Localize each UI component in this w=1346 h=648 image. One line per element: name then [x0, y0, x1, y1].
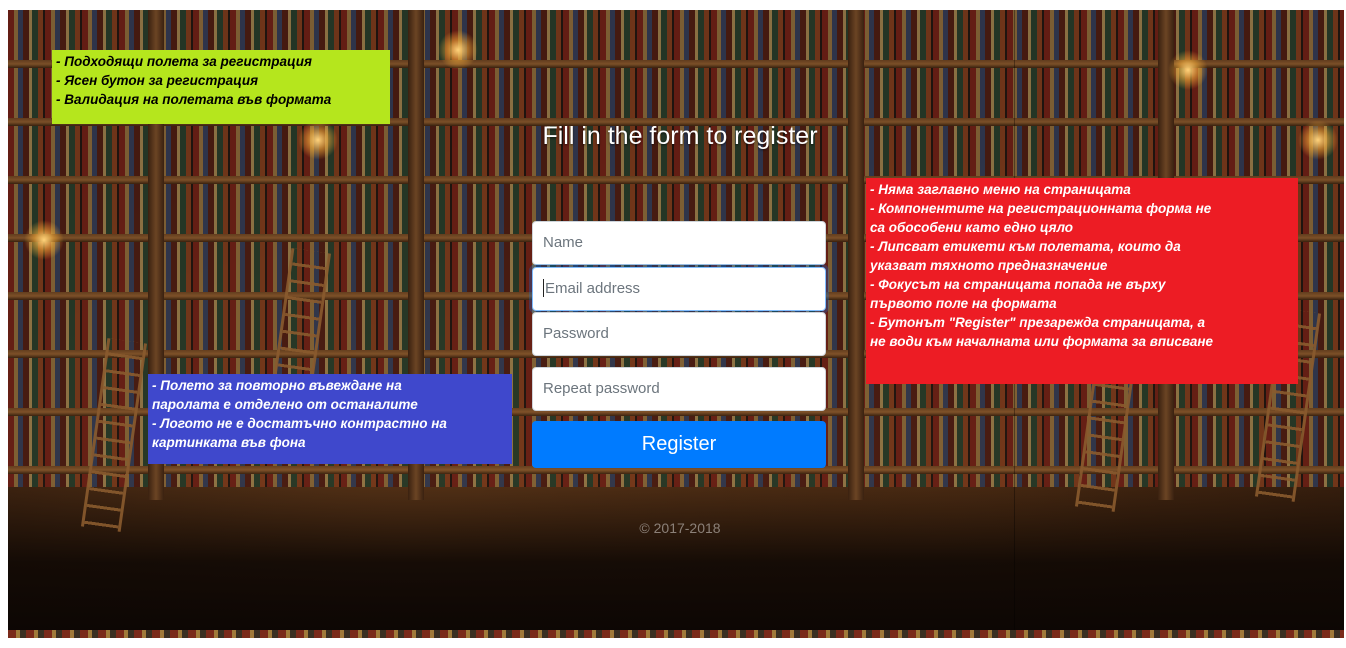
note-line: - Валидация на полетата във формата — [56, 92, 332, 107]
layout-notes-box: - Полето за повторно въвеждане на парола… — [148, 374, 512, 464]
note-line: указват тяхното предназначение — [870, 258, 1108, 273]
lamp-glow — [24, 220, 64, 260]
note-line: паролата е отделено от останалите — [152, 397, 418, 412]
note-line: първото поле на формата — [870, 296, 1057, 311]
note-line: - Ясен бутон за регистрация — [56, 73, 259, 88]
note-line: - Логото не е достатъчно контрастно на — [152, 416, 447, 431]
email-field[interactable]: Email address — [532, 267, 826, 311]
note-line: са обособени като едно цяло — [870, 220, 1074, 235]
lamp-glow — [1298, 120, 1338, 160]
note-line: не води към началната или формата за впи… — [870, 334, 1214, 349]
name-field[interactable]: Name — [532, 221, 826, 265]
lamp-glow — [438, 30, 478, 70]
repeat-password-field[interactable]: Repeat password — [532, 367, 826, 411]
copyright-footer: © 2017-2018 — [639, 520, 721, 536]
note-line: - Полето за повторно въвеждане на — [152, 378, 402, 393]
note-line: - Няма заглавно меню на страницата — [870, 182, 1131, 197]
register-button[interactable]: Register — [532, 421, 826, 468]
text-caret — [543, 279, 544, 297]
password-field[interactable]: Password — [532, 312, 826, 356]
password-placeholder: Password — [543, 325, 609, 342]
name-placeholder: Name — [543, 234, 584, 251]
note-line: - Компонентите на регистрационната форма… — [870, 201, 1212, 216]
lamp-glow — [1168, 50, 1208, 90]
email-placeholder: Email address — [545, 280, 641, 297]
issue-notes-box: - Няма заглавно меню на страницата - Ком… — [866, 178, 1298, 384]
floor-strip — [8, 630, 1344, 638]
positive-notes-box: - Подходящи полета за регистрация - Ясен… — [52, 50, 390, 124]
note-line: - Бутонът "Register" презарежда страница… — [870, 315, 1205, 330]
lamp-glow — [298, 120, 338, 160]
note-line: картинката във фона — [152, 435, 306, 450]
note-line: - Фокусът на страницата попада не върху — [870, 277, 1166, 292]
form-title: Fill in the form to register — [542, 122, 818, 150]
shelf-pillar — [848, 10, 864, 500]
note-line: - Липсват етикети към полетата, които да — [870, 239, 1181, 254]
repeat-password-placeholder: Repeat password — [543, 380, 660, 397]
note-line: - Подходящи полета за регистрация — [56, 54, 312, 69]
